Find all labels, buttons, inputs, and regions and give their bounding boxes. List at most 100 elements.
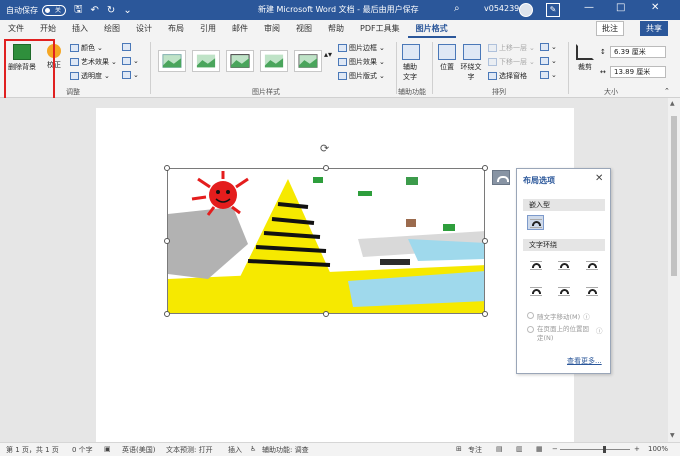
word-count[interactable]: 0 个字 — [72, 445, 93, 455]
artistic-effects-button[interactable]: 艺术效果 ⌄ — [70, 57, 117, 67]
resize-handle-top-right[interactable] — [482, 165, 488, 171]
tab-references[interactable]: 引用 — [192, 20, 224, 38]
read-mode-icon[interactable]: ▤ — [496, 445, 503, 453]
share-button[interactable]: 共享 — [640, 21, 668, 36]
tight-wrap-option[interactable] — [555, 257, 572, 272]
crop-button[interactable]: 裁剪 — [574, 44, 596, 72]
zoom-level[interactable]: 100% — [648, 445, 668, 453]
position-button[interactable]: 位置 — [436, 44, 458, 72]
layout-options-button[interactable] — [492, 170, 510, 185]
tab-file[interactable]: 文件 — [0, 20, 32, 38]
resize-handle-top[interactable] — [323, 165, 329, 171]
fix-position-radio[interactable] — [527, 326, 534, 333]
tab-review[interactable]: 审阅 — [256, 20, 288, 38]
tab-draw[interactable]: 绘图 — [96, 20, 128, 38]
tab-insert[interactable]: 插入 — [64, 20, 96, 38]
rotate-button[interactable]: ⌄ — [540, 71, 557, 79]
zoom-slider[interactable] — [560, 449, 630, 450]
picture-border-button[interactable]: 图片边框 ⌄ — [338, 43, 385, 53]
fix-position-option[interactable]: 在页面上的位置固定(N) ⓘ — [527, 325, 607, 343]
accessibility-icon[interactable]: ♿ — [250, 445, 256, 453]
picture-effects-button[interactable]: 图片效果 ⌄ — [338, 57, 385, 67]
bring-forward-button[interactable]: 上移一层 ⌄ — [488, 43, 535, 53]
tab-pdf-tools[interactable]: PDF工具集 — [352, 20, 408, 38]
alt-text-button[interactable]: 辅助文字 — [400, 44, 422, 82]
vertical-scrollbar[interactable]: ▲ ▼ — [668, 98, 680, 442]
scroll-down-icon[interactable]: ▼ — [670, 432, 675, 439]
resize-handle-bottom-right[interactable] — [482, 311, 488, 317]
save-icon[interactable]: 🖫 — [74, 2, 83, 19]
scroll-up-icon[interactable]: ▲ — [670, 100, 675, 107]
through-wrap-option[interactable] — [583, 257, 600, 272]
resize-handle-bottom-left[interactable] — [164, 311, 170, 317]
change-picture-button[interactable]: ⌄ — [122, 57, 139, 65]
reset-picture-button[interactable]: ⌄ — [122, 71, 139, 79]
group-objects-button[interactable]: ⌄ — [540, 57, 557, 65]
align-button[interactable]: ⌄ — [540, 43, 557, 51]
picture-style-3[interactable] — [226, 50, 254, 72]
search-icon[interactable]: ⌕ — [454, 3, 460, 14]
inline-wrap-option[interactable] — [527, 215, 544, 230]
scroll-thumb[interactable] — [671, 116, 677, 276]
tab-design[interactable]: 设计 — [128, 20, 160, 38]
send-backward-button[interactable]: 下移一层 ⌄ — [488, 57, 535, 67]
language-status[interactable]: 英语(美国) — [122, 445, 155, 455]
pen-icon[interactable]: ✎ — [546, 3, 560, 17]
picture-style-5[interactable] — [294, 50, 322, 72]
tab-picture-format[interactable]: 图片格式 — [407, 20, 456, 38]
undo-icon[interactable]: ↶ — [91, 5, 99, 16]
behind-text-option[interactable] — [555, 283, 572, 298]
tab-help[interactable]: 帮助 — [320, 20, 352, 38]
width-field[interactable]: 13.89 厘米 — [610, 66, 666, 78]
print-layout-icon[interactable]: ▥ — [516, 445, 523, 453]
insert-mode-status[interactable]: 插入 — [228, 445, 242, 455]
redo-icon[interactable]: ↻ — [107, 5, 115, 16]
collapse-ribbon-icon[interactable]: ⌃ — [664, 87, 670, 95]
top-bottom-wrap-option[interactable] — [527, 283, 544, 298]
transparency-button[interactable]: 透明度 ⌄ — [70, 71, 110, 81]
picture-style-2[interactable] — [192, 50, 220, 72]
tab-view[interactable]: 视图 — [288, 20, 320, 38]
see-more-link[interactable]: 查看更多... — [567, 356, 602, 366]
move-with-text-radio[interactable] — [527, 312, 534, 319]
wrap-text-button[interactable]: 环绕文字 — [460, 44, 484, 82]
close-icon[interactable]: ✕ — [651, 2, 659, 13]
picture-layout-button[interactable]: 图片版式 ⌄ — [338, 71, 385, 81]
compress-pictures-button[interactable] — [122, 43, 131, 51]
proofing-icon[interactable]: ▣ — [104, 445, 111, 453]
resize-handle-left[interactable] — [164, 238, 170, 244]
tab-mailings[interactable]: 邮件 — [224, 20, 256, 38]
comment-button[interactable]: 批注 — [596, 21, 624, 36]
autosave-toggle[interactable]: 关 — [42, 4, 66, 16]
web-layout-icon[interactable]: ▦ — [536, 445, 543, 453]
selected-picture[interactable] — [167, 168, 485, 314]
in-front-text-option[interactable] — [583, 283, 600, 298]
square-wrap-option[interactable] — [527, 257, 544, 272]
zoom-in-icon[interactable]: + — [634, 445, 640, 453]
styles-scroll-icon[interactable]: ▴▾ — [324, 50, 332, 59]
accessibility-status[interactable]: 辅助功能: 调查 — [262, 445, 309, 455]
focus-mode-button[interactable]: 专注 — [468, 445, 482, 455]
focus-icon[interactable]: ⊞ — [456, 445, 462, 453]
tab-home[interactable]: 开始 — [32, 20, 64, 38]
resize-handle-bottom[interactable] — [323, 311, 329, 317]
color-button[interactable]: 颜色 ⌄ — [70, 43, 103, 53]
customize-toolbar-icon[interactable]: ⌄ — [123, 5, 131, 16]
resize-handle-top-left[interactable] — [164, 165, 170, 171]
selection-pane-button[interactable]: 选择窗格 — [488, 71, 527, 81]
maximize-icon[interactable]: □ — [616, 2, 625, 13]
minimize-icon[interactable]: — — [584, 2, 594, 13]
picture-style-1[interactable] — [158, 50, 186, 72]
zoom-out-icon[interactable]: − — [552, 445, 558, 453]
close-icon[interactable]: ✕ — [595, 173, 603, 184]
rotate-handle-icon[interactable]: ⟳ — [320, 142, 329, 155]
move-with-text-option[interactable]: 随文字移动(M) ⓘ — [527, 311, 590, 321]
resize-handle-right[interactable] — [482, 238, 488, 244]
tab-layout[interactable]: 布局 — [160, 20, 192, 38]
page-count[interactable]: 第 1 页，共 1 页 — [6, 445, 59, 455]
height-field[interactable]: 6.39 厘米 — [610, 46, 666, 58]
zoom-slider-knob[interactable] — [603, 446, 606, 453]
avatar[interactable] — [519, 3, 533, 17]
text-prediction-status[interactable]: 文本预测: 打开 — [166, 445, 213, 455]
picture-style-4[interactable] — [260, 50, 288, 72]
